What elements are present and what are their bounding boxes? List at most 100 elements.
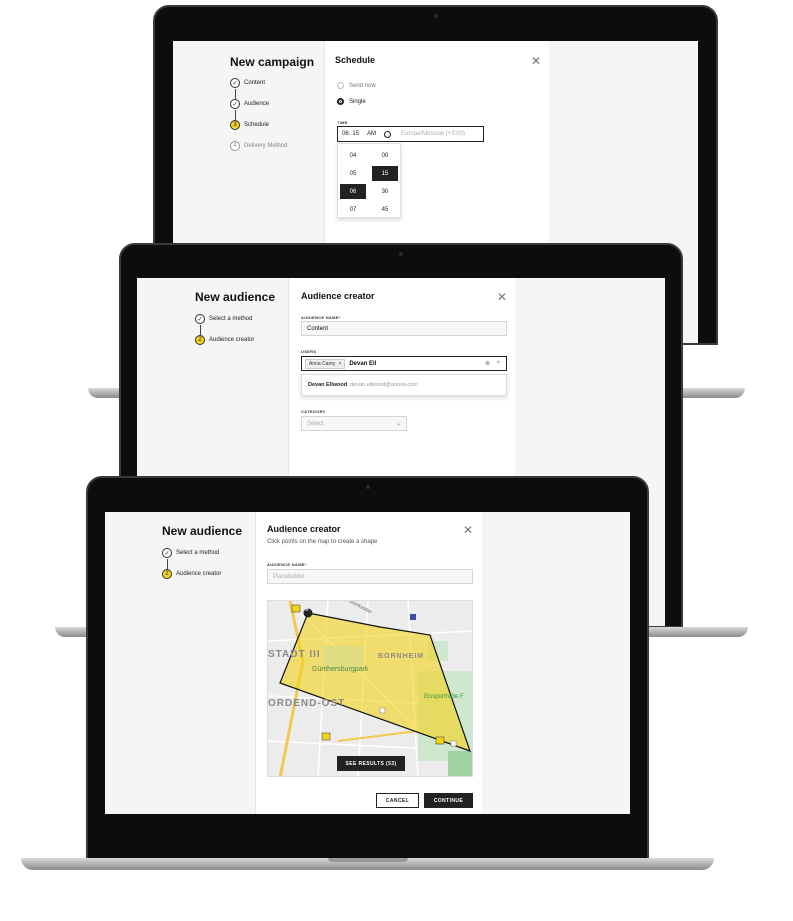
cancel-button[interactable]: CANCEL	[376, 793, 419, 808]
chevron-up-icon[interactable]: ^	[497, 361, 500, 367]
panel-header: Audience creator	[267, 524, 341, 534]
screen: New audience ✓ Select a method 2 Audienc…	[105, 512, 630, 814]
step-schedule[interactable]: 3 Schedule	[230, 120, 269, 130]
audience-name-label: AUDIENCE NAME*	[301, 315, 341, 320]
panel-header: Schedule	[335, 55, 376, 65]
continue-button[interactable]: CONTINUE	[424, 793, 473, 808]
clock-icon	[384, 130, 392, 138]
step-connector	[167, 559, 168, 569]
step-label: Audience creator	[176, 571, 222, 577]
time-label: TIME	[337, 120, 348, 125]
backdrop	[482, 512, 630, 814]
send-now-radio[interactable]: Send now	[337, 82, 376, 89]
users-typed-text: Devan Ell	[349, 360, 377, 367]
hour-option[interactable]: 04	[340, 148, 366, 163]
close-icon[interactable]: ✕	[463, 524, 473, 536]
hour-option[interactable]: 05	[340, 166, 366, 181]
page-title: New audience	[162, 524, 243, 538]
camera	[433, 14, 438, 18]
laptop-lid: New audience ✓ Select a method 2 Audienc…	[86, 476, 649, 860]
time-input[interactable]: 06 : 15 AM Europe/Moscow (+3:00)	[337, 126, 484, 142]
radio-off	[337, 82, 344, 89]
step-connector	[235, 110, 236, 120]
hour-option-selected[interactable]: 06	[340, 184, 366, 199]
step-label: Audience	[244, 101, 270, 107]
check-icon: ✓	[195, 314, 205, 324]
audience-name-input[interactable]: Content	[301, 321, 507, 336]
time-hour: 06	[342, 131, 349, 137]
step-audience[interactable]: ✓ Audience	[230, 99, 269, 109]
radio-on	[337, 98, 344, 105]
page-title: New campaign	[230, 55, 315, 69]
step-label: Schedule	[244, 122, 270, 128]
step-label: Select a method	[176, 550, 220, 556]
map-label-bornheim: BORNHEIM	[378, 653, 425, 660]
minute-option[interactable]: 45	[372, 202, 398, 217]
minute-option[interactable]: 00	[372, 148, 398, 163]
check-icon: ✓	[230, 78, 240, 88]
audience-creator-panel: Audience creator ✕ Click points on the m…	[256, 512, 482, 814]
step-delivery-method[interactable]: 4 Delivery Method	[230, 141, 287, 151]
wizard-sidebar: New audience ✓ Select a method 2 Audienc…	[105, 512, 256, 814]
single-radio[interactable]: Single	[337, 98, 366, 105]
users-label: USERS	[301, 349, 317, 354]
step-number: 4	[230, 141, 240, 151]
step-number: 3	[230, 120, 240, 130]
camera	[399, 252, 403, 256]
step-label: Content	[244, 80, 266, 86]
step-label: Audience creator	[209, 337, 255, 343]
step-number: 2	[162, 569, 172, 579]
user-chip[interactable]: Anna Carey ×	[305, 358, 346, 369]
clear-icon[interactable]: ⊗	[485, 360, 490, 367]
map-label-sporthalle: Eissporthalle F	[424, 694, 464, 700]
base-notch	[327, 858, 408, 862]
time-minute: 15	[352, 131, 360, 137]
chevron-down-icon: ⌄	[395, 421, 401, 427]
panel-subtitle: Click points on the map to create a shap…	[267, 539, 378, 545]
step-label: Select a method	[209, 316, 253, 322]
audience-name-label: AUDIENCE NAME*	[267, 562, 307, 567]
map-canvas[interactable]: × unorkastler STADT III BORNHEIM Günther…	[267, 600, 473, 777]
map-label-park: Günthersburgpark	[312, 666, 369, 673]
step-audience-creator[interactable]: 2 Audience creator	[162, 569, 221, 579]
radio-label: Send now	[349, 82, 376, 89]
step-connector	[235, 89, 236, 99]
hour-option[interactable]: 07	[340, 202, 366, 217]
map-label-nordend: ORDEND-OST	[268, 698, 346, 709]
users-input[interactable]: Anna Carey × Devan Ell ⊗ ^	[301, 356, 507, 371]
step-select-method[interactable]: ✓ Select a method	[162, 548, 219, 558]
time-ampm: AM	[367, 131, 377, 137]
check-icon: ✓	[230, 99, 240, 109]
step-audience-creator[interactable]: 2 Audience creator	[195, 335, 254, 345]
timezone: Europe/Moscow (+3:00)	[401, 131, 465, 137]
suggestion-email: devan.ellwood@anova.com	[350, 382, 418, 388]
step-number: 2	[195, 335, 205, 345]
category-label: CATEGORY	[301, 409, 326, 414]
step-label: Delivery Method	[244, 143, 288, 149]
time-picker: 04 05 06 07 00 15 30 45	[337, 143, 401, 218]
suggestion-name: Devan Ellwood	[308, 382, 348, 388]
check-icon: ✓	[162, 548, 172, 558]
map-graphics	[268, 601, 472, 776]
step-select-method[interactable]: ✓ Select a method	[195, 314, 252, 324]
step-connector	[200, 325, 201, 335]
chip-remove-icon[interactable]: ×	[338, 361, 341, 367]
minute-option-selected[interactable]: 15	[372, 166, 398, 181]
category-select[interactable]: Select ⌄	[301, 416, 407, 431]
close-icon[interactable]: ✕	[531, 55, 541, 67]
remove-point-icon[interactable]: ×	[305, 607, 309, 614]
camera	[365, 485, 370, 489]
time-sep: :	[348, 131, 351, 137]
page-title: New audience	[195, 290, 276, 304]
radio-label: Single	[349, 98, 366, 105]
minute-option[interactable]: 30	[372, 184, 398, 199]
see-results-button[interactable]: SEE RESULTS (53)	[337, 756, 405, 771]
laptop-base	[21, 858, 714, 870]
close-icon[interactable]: ✕	[497, 291, 507, 303]
map-label-stadt: STADT III	[268, 649, 321, 660]
chip-label: Anna Carey	[309, 360, 336, 367]
panel-header: Audience creator	[301, 291, 375, 301]
user-suggestion[interactable]: Devan Ellwood devan.ellwood@anova.com	[301, 374, 507, 396]
step-content[interactable]: ✓ Content	[230, 78, 265, 88]
audience-name-input[interactable]: Placeholder	[267, 569, 473, 584]
